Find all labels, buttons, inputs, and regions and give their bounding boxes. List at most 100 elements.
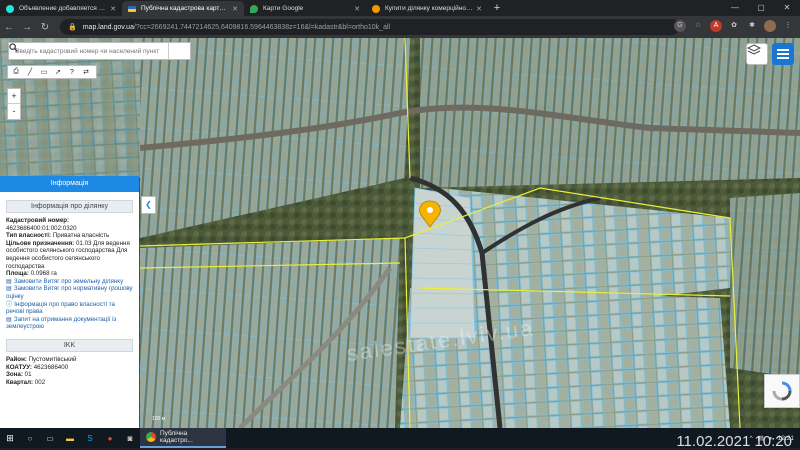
close-icon[interactable]: ✕: [110, 5, 116, 13]
link-land-docs-request[interactable]: ▤ Запит на отримання документації із земл…: [6, 316, 133, 331]
link-extract-plot[interactable]: ▤ Замовити Витяг про земельну ділянку: [6, 278, 133, 286]
search-icon: [9, 43, 18, 52]
tab-commercial-plot[interactable]: Купити ділянку комерційного п ✕: [366, 1, 488, 16]
more-icon[interactable]: ⋮: [782, 20, 794, 32]
help-icon[interactable]: ?: [67, 67, 77, 77]
close-window-icon[interactable]: ✕: [774, 0, 800, 16]
google-maps-icon: [250, 4, 258, 13]
taskbar-app-label: Публічна кадастро...: [160, 430, 193, 444]
field-label: Кадастровий номер:: [6, 217, 70, 224]
cadastral-search: [8, 42, 191, 60]
district-value: Пустомитівський: [28, 355, 77, 363]
minimize-icon[interactable]: —: [722, 0, 748, 16]
profile-avatar[interactable]: [764, 20, 776, 32]
link-extract-valuation[interactable]: ▤ Замовити Витяг про нормативну грошову о…: [6, 285, 133, 300]
layers-icon: [747, 44, 761, 55]
zone-value: 01: [24, 371, 32, 379]
section-title: Інформація про ділянку: [6, 200, 133, 213]
search-input[interactable]: [9, 43, 168, 59]
document-icon: ▤: [6, 285, 12, 293]
field-label: Тип власності:: [6, 232, 52, 240]
back-icon[interactable]: ←: [0, 22, 18, 33]
extension-icon[interactable]: A: [710, 20, 722, 32]
url-host: map.land.gov.ua: [82, 23, 134, 31]
ownership-value: Приватна власність: [52, 232, 110, 240]
address-bar-row: ← → ↻ 🔒 map.land.gov.ua /?cc=2669241.744…: [0, 16, 800, 38]
maximize-icon[interactable]: ▢: [748, 0, 774, 16]
measure-distance-icon[interactable]: ╱: [25, 67, 35, 77]
print-icon[interactable]: ⎙: [11, 67, 21, 77]
search-button[interactable]: [9, 43, 190, 59]
collapse-panel-button[interactable]: ❮: [141, 196, 156, 214]
star-icon[interactable]: ☆: [692, 20, 704, 32]
chevron-left-icon: ❮: [145, 200, 152, 209]
extension-icon[interactable]: ✿: [728, 20, 740, 32]
photo-datestamp: 11.02.2021 10:20: [676, 433, 792, 450]
zoom-in-button[interactable]: +: [8, 89, 20, 104]
tab-google-maps[interactable]: Карти Google ✕: [244, 1, 366, 16]
new-tab-button[interactable]: +: [488, 1, 506, 16]
map-view[interactable]: salestate.lviv.ua ⎙ ╱ ▭ ➚ ? ⇄ + - Інформ…: [0, 38, 800, 428]
site-icon: [372, 4, 380, 13]
cursor-icon[interactable]: ➚: [53, 67, 63, 77]
ikk-title: IKK: [6, 338, 133, 352]
scale-bar: 100 м: [152, 416, 166, 422]
tab-olx[interactable]: Объявление добавляется • OLX.ua ✕: [0, 1, 122, 16]
layers-button[interactable]: [746, 43, 768, 65]
parcel-details: Кадастровий номер: 4623686400:01:002:032…: [0, 217, 139, 331]
field-label: Квартал:: [6, 378, 34, 386]
url-path: /?cc=2669241.7447214625,6409816.59644638…: [133, 23, 391, 31]
puzzle-icon[interactable]: ✱: [746, 20, 758, 32]
task-view-icon[interactable]: ▭: [40, 431, 60, 445]
tab-title: Купити ділянку комерційного п: [385, 5, 474, 12]
swap-icon[interactable]: ⇄: [81, 67, 91, 77]
search-icon[interactable]: ○: [20, 431, 40, 445]
menu-button[interactable]: [772, 43, 794, 65]
lock-icon: 🔒: [68, 24, 77, 31]
reload-icon[interactable]: ↻: [36, 22, 54, 33]
document-icon: ▤: [6, 277, 12, 285]
url-field[interactable]: 🔒 map.land.gov.ua /?cc=2669241.744721462…: [60, 19, 680, 35]
info-icon: ⓘ: [6, 300, 13, 308]
taskbar: ⊞ ○ ▭ ▬ S ● ◙ Публічна кадастро... ^ ▤ ◖…: [0, 428, 800, 450]
zoom-control: + -: [7, 88, 21, 120]
measure-area-icon[interactable]: ▭: [39, 67, 49, 77]
browser-tab-strip: Объявление добавляется • OLX.ua ✕ Публіч…: [0, 0, 800, 16]
cadastral-number: 4623686400:01:002:0320: [6, 224, 77, 232]
tab-cadastral-map[interactable]: Публічна кадастрова карта Укр ✕: [122, 1, 244, 16]
skype-icon[interactable]: S: [80, 431, 100, 445]
chrome-icon: [146, 432, 156, 442]
field-label: Цільове призначення:: [6, 239, 75, 247]
window-controls: — ▢ ✕: [722, 0, 800, 16]
tab-title: Публічна кадастрова карта Укр: [141, 5, 230, 12]
translate-icon[interactable]: G: [674, 20, 686, 32]
area-value: 0.0968 га: [30, 270, 57, 278]
recaptcha-badge[interactable]: [764, 374, 800, 408]
taskbar-chrome-window[interactable]: Публічна кадастро...: [140, 428, 226, 448]
field-label: Площа:: [6, 270, 29, 278]
close-icon[interactable]: ✕: [354, 5, 360, 13]
field-label: Район:: [6, 355, 27, 363]
olx-icon: [6, 4, 14, 13]
camera-icon[interactable]: ◙: [120, 431, 140, 445]
zoom-out-button[interactable]: -: [8, 104, 20, 119]
forward-icon[interactable]: →: [18, 22, 36, 33]
info-panel: Інформація Інформація про ділянку Кадаст…: [0, 176, 139, 428]
close-icon[interactable]: ✕: [476, 5, 482, 13]
windows-start-icon[interactable]: ⊞: [0, 433, 20, 444]
tab-title: Карти Google: [263, 5, 304, 12]
chrome-icon[interactable]: ●: [100, 431, 120, 445]
koatuu-value: 4623686400: [33, 363, 69, 371]
field-label: КОАТУУ:: [6, 363, 32, 371]
extensions-bar: G ☆ A ✿ ✱ ⋮: [674, 20, 794, 32]
ikk-details: Район: Пустомитівський КОАТУУ: 462368640…: [0, 356, 139, 386]
recaptcha-icon: [772, 381, 792, 401]
ua-flag-icon: [128, 5, 136, 12]
quarter-value: 002: [34, 378, 46, 386]
link-ownership-info[interactable]: ⓘ Інформація про право власності та речов…: [6, 301, 133, 316]
hamburger-icon: [777, 49, 789, 51]
file-explorer-icon[interactable]: ▬: [60, 431, 80, 445]
close-icon[interactable]: ✕: [232, 5, 238, 13]
tab-title: Объявление добавляется • OLX.ua: [19, 5, 107, 12]
map-toolbar: ⎙ ╱ ▭ ➚ ? ⇄: [7, 65, 97, 79]
